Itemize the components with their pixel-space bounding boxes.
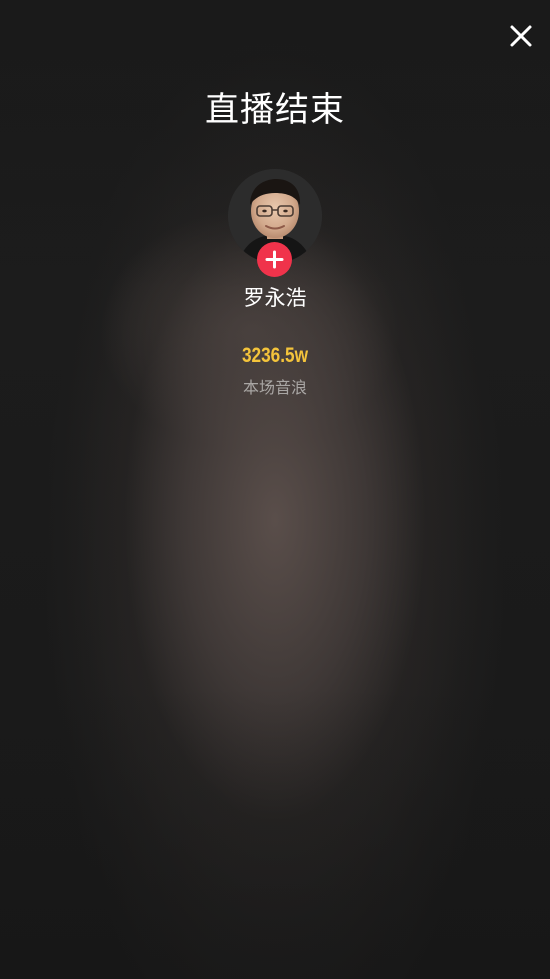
follow-button[interactable]: [257, 242, 292, 277]
audio-wave-count: 3236.5w: [241, 344, 309, 367]
backdrop-shade: [0, 0, 550, 979]
host-name: 罗永浩: [243, 286, 307, 310]
plus-icon: [265, 250, 284, 269]
close-icon: [510, 25, 532, 47]
close-button[interactable]: [503, 18, 539, 54]
page-title: 直播结束: [205, 90, 345, 130]
audio-wave-label: 本场音浪: [242, 378, 307, 397]
live-ended-screen: 直播结束 罗永浩 3236.5w 本场音浪: [0, 0, 550, 979]
